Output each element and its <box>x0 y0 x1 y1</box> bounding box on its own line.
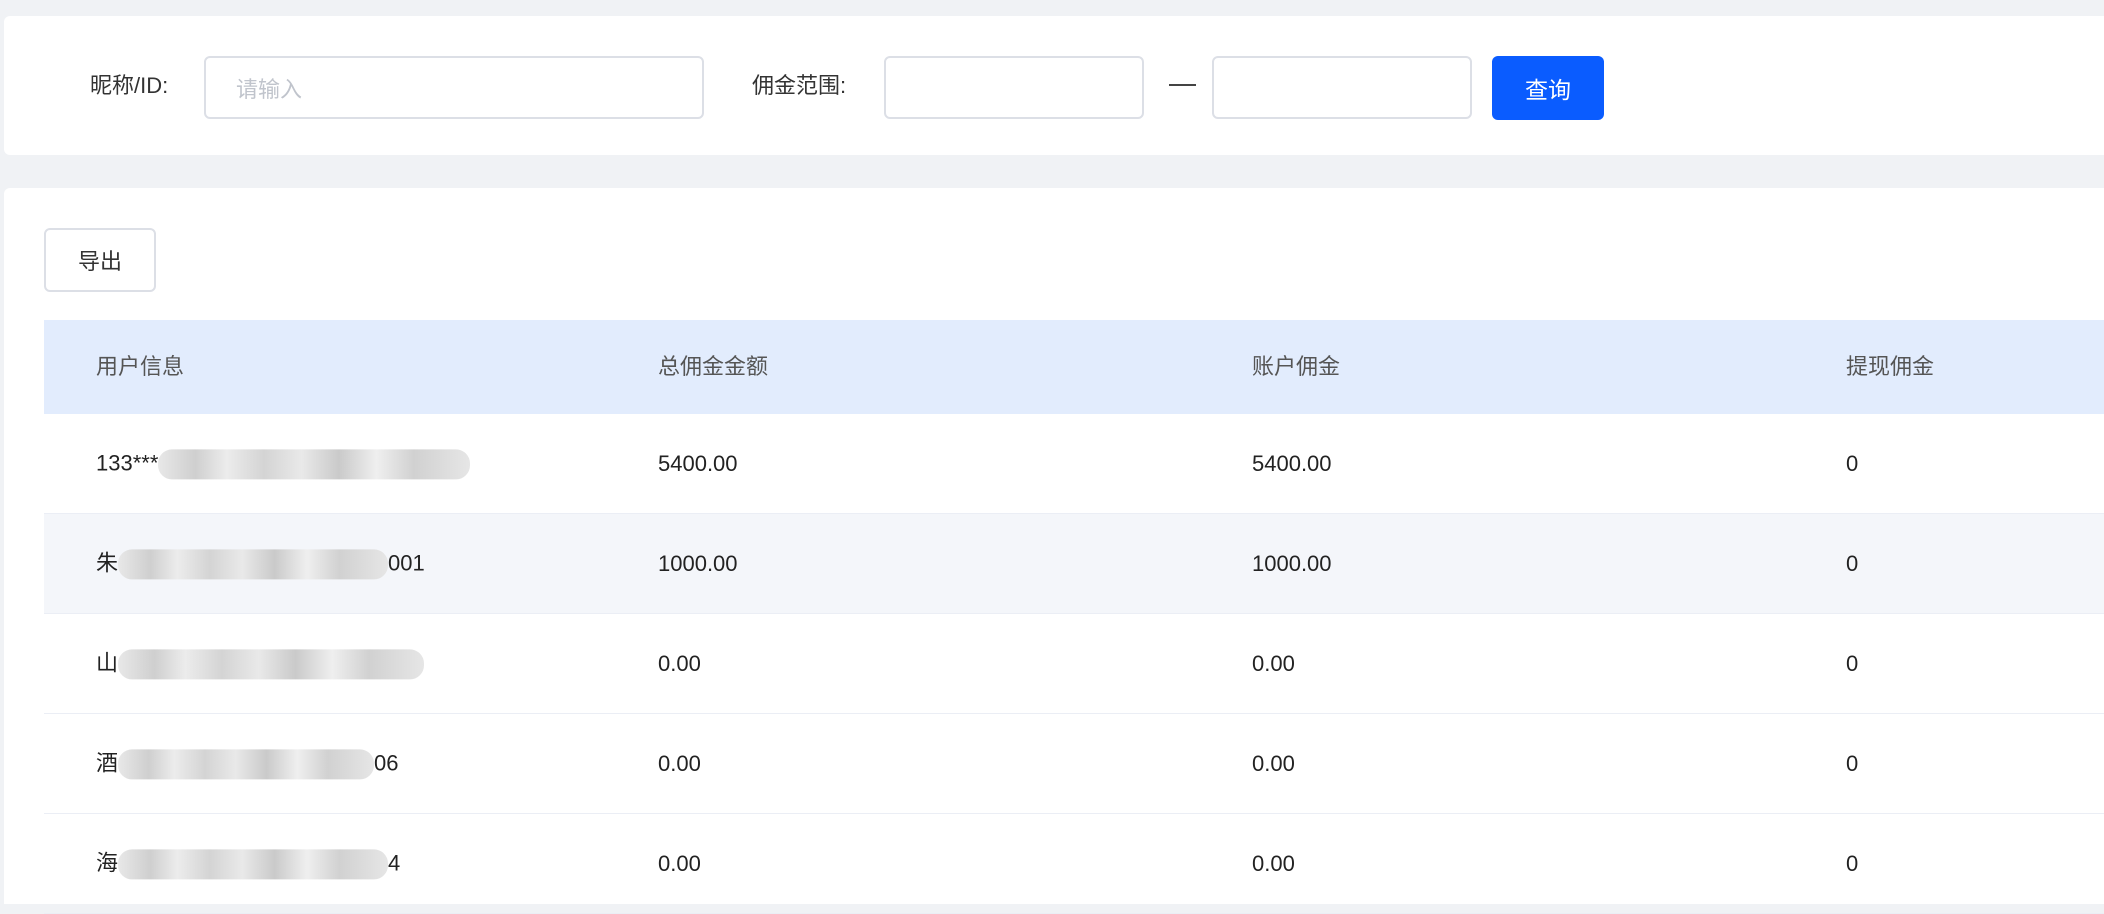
user-info-cell: 山 <box>96 648 425 680</box>
withdrawn-commission-cell: 0 <box>1846 550 1859 576</box>
user-info-visible-prefix: 酒 <box>96 749 119 775</box>
redacted-user-info <box>118 549 389 580</box>
redacted-user-info <box>158 449 471 480</box>
total-commission-cell: 5400.00 <box>658 450 738 476</box>
table-row[interactable]: 海4 0.00 0.00 0 <box>44 814 2104 914</box>
filter-panel: 昵称/ID: 请输入 佣金范围: 查询 <box>4 16 2104 155</box>
table-header: 用户信息 总佣金金额 账户佣金 提现佣金 <box>44 320 2104 414</box>
commission-list-panel: 导出 用户信息 总佣金金额 账户佣金 提现佣金 133*** 5400.00 5… <box>4 188 2104 914</box>
header-account-commission: 账户佣金 <box>1252 354 1341 379</box>
total-commission-cell: 0.00 <box>658 750 701 776</box>
commission-min-input[interactable] <box>884 56 1144 119</box>
user-info-visible-prefix: 海 <box>96 849 119 875</box>
user-info-visible-suffix: 4 <box>388 849 401 875</box>
redacted-user-info <box>118 749 375 780</box>
withdrawn-commission-cell: 0 <box>1846 450 1859 476</box>
user-info-cell: 海4 <box>96 848 401 880</box>
nickname-id-input[interactable]: 请输入 <box>204 56 704 119</box>
total-commission-cell: 1000.00 <box>658 550 738 576</box>
account-commission-cell: 1000.00 <box>1252 550 1332 576</box>
user-info-cell: 133*** <box>96 448 471 480</box>
table-row[interactable]: 山 0.00 0.00 0 <box>44 614 2104 714</box>
table-row[interactable]: 酒 06 0.00 0.00 0 <box>44 714 2104 814</box>
user-info-visible-prefix: 朱 <box>96 549 119 575</box>
account-commission-cell: 0.00 <box>1252 750 1295 776</box>
user-info-cell: 酒 06 <box>96 748 399 780</box>
commission-range-label: 佣金范围: <box>752 73 847 98</box>
user-info-visible-prefix: 山 <box>96 649 119 675</box>
withdrawn-commission-cell: 0 <box>1846 750 1859 776</box>
table-row[interactable]: 朱 001 1000.00 1000.00 0 <box>44 514 2104 614</box>
account-commission-cell: 5400.00 <box>1252 450 1332 476</box>
nickname-id-placeholder: 请输入 <box>236 76 303 102</box>
query-button[interactable]: 查询 <box>1492 56 1604 120</box>
withdrawn-commission-cell: 0 <box>1846 650 1859 676</box>
user-info-visible-prefix: 133*** <box>96 449 159 475</box>
table-row[interactable]: 133*** 5400.00 5400.00 0 <box>44 414 2104 514</box>
user-info-visible-suffix: 001 <box>388 549 425 575</box>
header-user-info: 用户信息 <box>96 354 185 379</box>
total-commission-cell: 0.00 <box>658 650 701 676</box>
redacted-user-info <box>118 649 425 680</box>
withdrawn-commission-cell: 0 <box>1846 850 1859 876</box>
user-info-cell: 朱 001 <box>96 548 425 580</box>
redacted-user-info <box>118 849 389 880</box>
account-commission-cell: 0.00 <box>1252 650 1295 676</box>
account-commission-cell: 0.00 <box>1252 850 1295 876</box>
commission-table: 用户信息 总佣金金额 账户佣金 提现佣金 133*** 5400.00 5400… <box>44 320 2104 914</box>
total-commission-cell: 0.00 <box>658 850 701 876</box>
header-total-commission: 总佣金金额 <box>658 354 769 379</box>
commission-max-input[interactable] <box>1212 56 1472 119</box>
range-separator <box>1169 84 1196 86</box>
nickname-id-label: 昵称/ID: <box>90 73 169 98</box>
user-info-visible-suffix: 06 <box>374 749 399 775</box>
export-button[interactable]: 导出 <box>44 228 156 292</box>
header-withdrawn-commission: 提现佣金 <box>1846 354 1935 379</box>
